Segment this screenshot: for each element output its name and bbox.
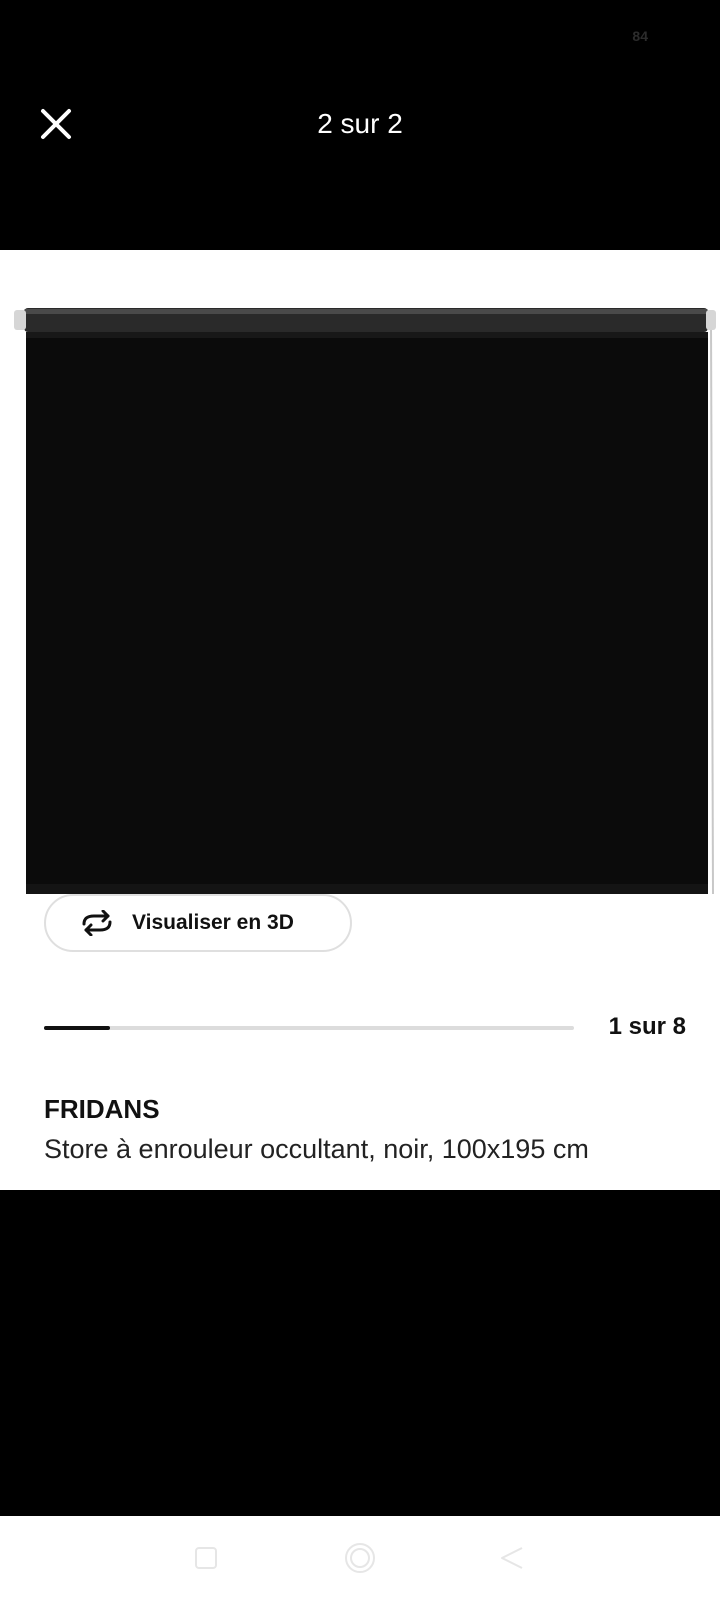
image-progress-bar xyxy=(44,1026,574,1030)
screen: 84 2 sur 2 Visualiser en 3D 1 sur 8 FRID… xyxy=(0,0,720,1600)
image-counter: 1 sur 8 xyxy=(608,1013,686,1040)
back-icon xyxy=(501,1547,523,1569)
rotate-3d-icon xyxy=(78,908,118,938)
product-description: Store à enrouleur occultant, noir, 100x1… xyxy=(44,1134,589,1164)
home-icon xyxy=(345,1543,375,1573)
recent-apps-button[interactable] xyxy=(186,1538,226,1578)
system-nav-bar xyxy=(0,1516,720,1600)
back-button[interactable] xyxy=(492,1538,532,1578)
battery-level: 84 xyxy=(632,28,648,44)
home-button[interactable] xyxy=(340,1538,380,1578)
viewer-counter: 2 sur 2 xyxy=(317,108,403,139)
view-3d-label: Visualiser en 3D xyxy=(132,911,294,934)
product-image[interactable] xyxy=(10,304,720,904)
image-progress-fill xyxy=(44,1026,111,1030)
view-3d-button[interactable]: Visualiser en 3D xyxy=(44,894,352,952)
product-name: FRIDANS xyxy=(44,1094,160,1124)
product-image-panel: Visualiser en 3D 1 sur 8 FRIDANS Store à… xyxy=(0,250,720,1190)
recent-apps-icon xyxy=(195,1547,217,1569)
